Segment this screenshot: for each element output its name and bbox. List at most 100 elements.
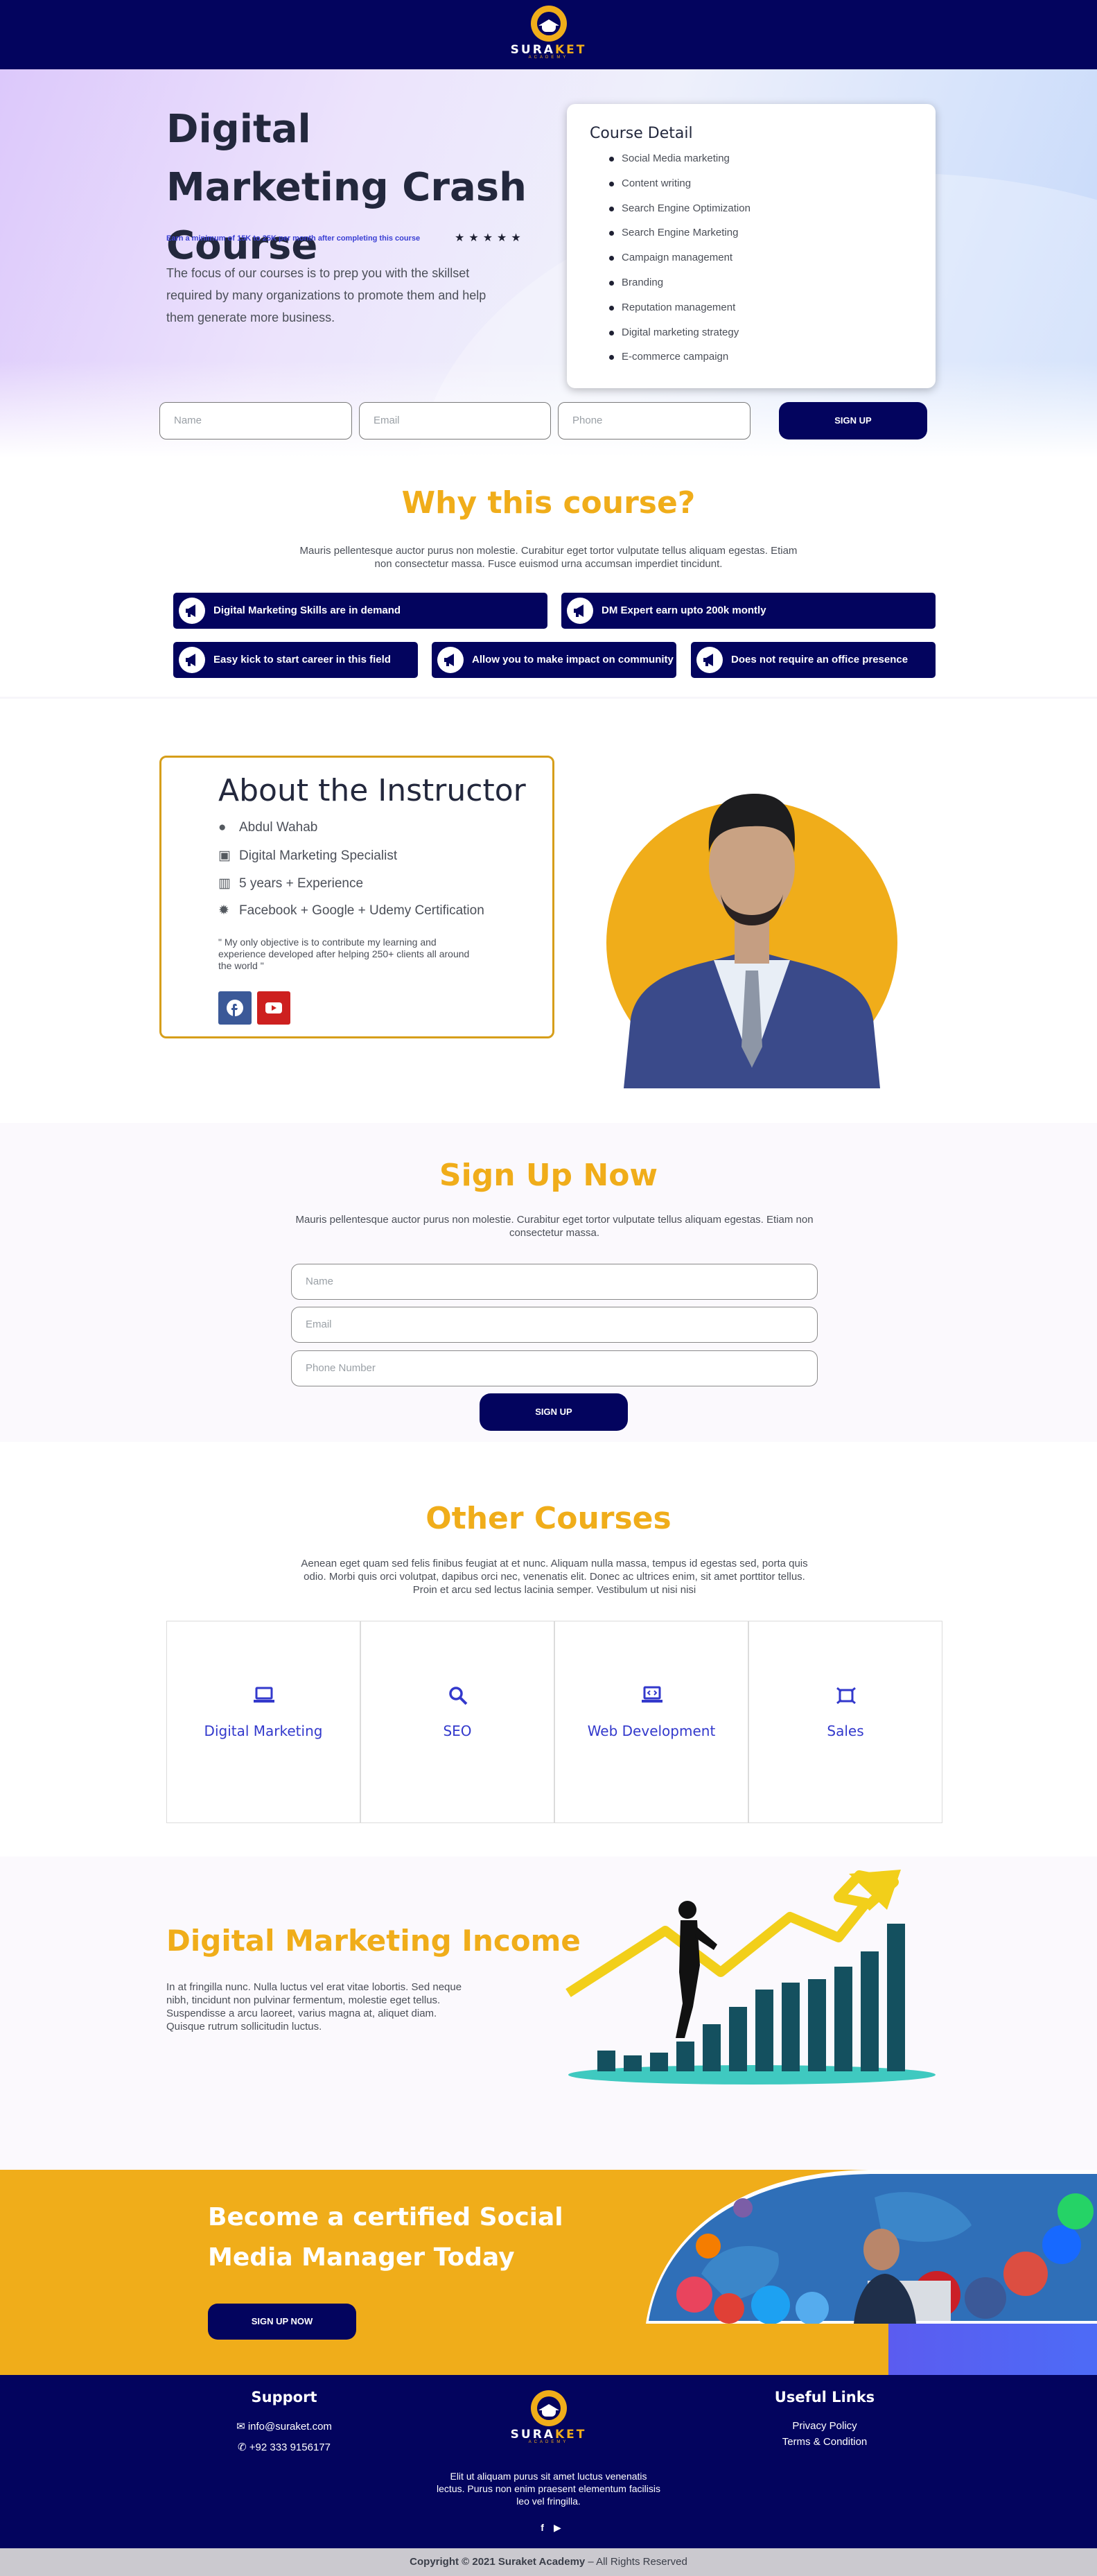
name-input[interactable]: Name [159, 402, 352, 440]
course-card-sales[interactable]: Sales [748, 1621, 942, 1823]
course-detail-list: Social Media marketing Content writing S… [590, 146, 936, 369]
signup-text: Mauris pellentesque auctor purus non mol… [295, 1214, 814, 1239]
signup-now-button[interactable]: SIGN UP NOW [208, 2304, 356, 2340]
youtube-icon[interactable] [257, 991, 290, 1025]
other-courses-text: Aenean eget quam sed felis finibus feugi… [301, 1558, 808, 1596]
why-pill: Allow you to make impact on community [432, 642, 676, 678]
code-laptop-icon [642, 1686, 662, 1703]
support-email[interactable]: ✉ info@suraket.com [208, 2420, 360, 2433]
why-pill-label: DM Expert earn upto 200k montly [602, 604, 766, 616]
instructor-certification: Facebook + Google + Udemy Certification [239, 903, 484, 918]
instructor-experience: 5 years + Experience [239, 876, 364, 891]
why-pill: Easy kick to start career in this field [173, 642, 418, 678]
social-media-globe-image [646, 2170, 1097, 2324]
why-pill: DM Expert earn upto 200k montly [561, 593, 936, 629]
globe-shadow-block [888, 2324, 1097, 2375]
signup-name-input[interactable]: Name [291, 1264, 818, 1300]
site-header: SURAKET ACADEMY [0, 0, 1097, 69]
income-title: Digital Marketing Income [166, 1924, 581, 1958]
footer-logo[interactable]: SURAKET ACADEMY [511, 2390, 587, 2444]
course-detail-title: Course Detail [590, 125, 693, 142]
list-item: Campaign management [609, 245, 936, 270]
logo-text-accent: KET [554, 2428, 587, 2442]
privacy-policy-link[interactable]: Privacy Policy [755, 2420, 894, 2432]
phone-icon: ✆ [238, 2442, 249, 2453]
list-item: Digital marketing strategy [609, 320, 936, 345]
facebook-icon[interactable]: f [541, 2522, 544, 2533]
signup-button[interactable]: SIGN UP [779, 402, 927, 440]
hero-earn-text: Earn a minimum of 15K to 25K per month a… [166, 234, 421, 243]
list-item: Search Engine Marketing [609, 220, 936, 245]
social-cta-title: Become a certified Social Media Manager … [208, 2203, 563, 2272]
youtube-icon[interactable]: ▶ [554, 2522, 561, 2533]
id-badge-icon: ▣ [218, 848, 231, 863]
list-item: Search Engine Optimization [609, 196, 936, 221]
course-card-digital-marketing[interactable]: Digital Marketing [166, 1621, 360, 1823]
list-item: E-commerce campaign [609, 345, 936, 369]
instructor-cert-row: ✹ Facebook + Google + Udemy Certification [218, 903, 484, 919]
other-courses-title: Other Courses [425, 1501, 672, 1536]
instructor-name: Abdul Wahab [239, 820, 318, 835]
hero-title: Digital Marketing Crash Course [166, 107, 527, 268]
megaphone-icon [179, 598, 205, 624]
list-item: Branding [609, 270, 936, 295]
about-title: About the Instructor [218, 773, 526, 808]
footer-social-icons: f ▶ [534, 2522, 568, 2534]
useful-links-title: Useful Links [774, 2389, 875, 2405]
instructor-role: Digital Marketing Specialist [239, 848, 398, 863]
why-pill-label: Allow you to make impact on community [472, 654, 674, 665]
instructor-role-row: ▣ Digital Marketing Specialist [218, 848, 397, 864]
logo-text: SURA [510, 2428, 555, 2442]
growth-illustration [565, 1870, 936, 2085]
why-pill-label: Digital Marketing Skills are in demand [213, 604, 401, 616]
course-label: Digital Marketing [204, 1723, 323, 1739]
signup-phone-input[interactable]: Phone Number [291, 1350, 818, 1386]
why-pill-label: Does not require an office presence [731, 654, 909, 665]
site-logo[interactable]: SURAKET ACADEMY [511, 6, 587, 60]
instructor-quote: " My only objective is to contribute my … [218, 937, 470, 971]
envelope-icon: ✉ [236, 2421, 248, 2433]
course-card-web-development[interactable]: Web Development [554, 1621, 748, 1823]
rights-text: – All Rights Reserved [585, 2556, 687, 2568]
why-title: Why this course? [401, 485, 696, 521]
footer-about-text: Elit ut aliquam purus sit amet luctus ve… [437, 2471, 660, 2507]
phone-input[interactable]: Phone [558, 402, 751, 440]
rating-stars: ★★★★★ [455, 232, 525, 244]
megaphone-icon [437, 647, 464, 673]
list-item: Content writing [609, 171, 936, 196]
copyright-text: Copyright © 2021 Suraket Academy [410, 2556, 586, 2568]
instructor-experience-row: ▥ 5 years + Experience [218, 876, 363, 891]
email-input[interactable]: Email [359, 402, 551, 440]
sales-icon [836, 1687, 856, 1705]
course-label: Sales [827, 1723, 864, 1739]
instructor-card: About the Instructor ● Abdul Wahab ▣ Digit… [159, 756, 554, 1038]
signup-email-input[interactable]: Email [291, 1307, 818, 1343]
hero-description: The focus of our courses is to prep you … [166, 266, 486, 324]
why-pill: Does not require an office presence [691, 642, 936, 678]
list-item: Social Media marketing [609, 146, 936, 171]
course-label: SEO [443, 1723, 472, 1739]
why-pill: Digital Marketing Skills are in demand [173, 593, 547, 629]
signup-title: Sign Up Now [439, 1158, 658, 1193]
course-detail-card: Course Detail Social Media marketing Con… [567, 104, 936, 388]
megaphone-icon [567, 598, 593, 624]
logo-text-accent: KET [554, 43, 587, 57]
support-phone-text: +92 333 9156177 [249, 2442, 331, 2453]
support-email-text: info@suraket.com [247, 2421, 332, 2433]
chart-icon: ▥ [218, 876, 231, 891]
search-icon [449, 1687, 468, 1705]
signup-submit-button[interactable]: SIGN UP [480, 1393, 628, 1431]
support-phone[interactable]: ✆ +92 333 9156177 [208, 2441, 360, 2453]
support-title: Support [251, 2389, 317, 2405]
megaphone-icon [696, 647, 723, 673]
why-text: Mauris pellentesque auctor purus non mol… [299, 545, 798, 570]
course-label: Web Development [587, 1723, 716, 1739]
graduation-cap-icon [530, 2390, 567, 2426]
terms-link[interactable]: Terms & Condition [755, 2436, 894, 2448]
income-text: In at fringilla nunc. Nulla luctus vel e… [166, 1981, 462, 2033]
copyright-bar: Copyright © 2021 Suraket Academy – All R… [0, 2548, 1097, 2576]
why-pill-label: Easy kick to start career in this field [213, 654, 391, 665]
graduation-cap-icon [530, 6, 567, 42]
facebook-icon[interactable] [218, 991, 252, 1025]
course-card-seo[interactable]: SEO [360, 1621, 554, 1823]
